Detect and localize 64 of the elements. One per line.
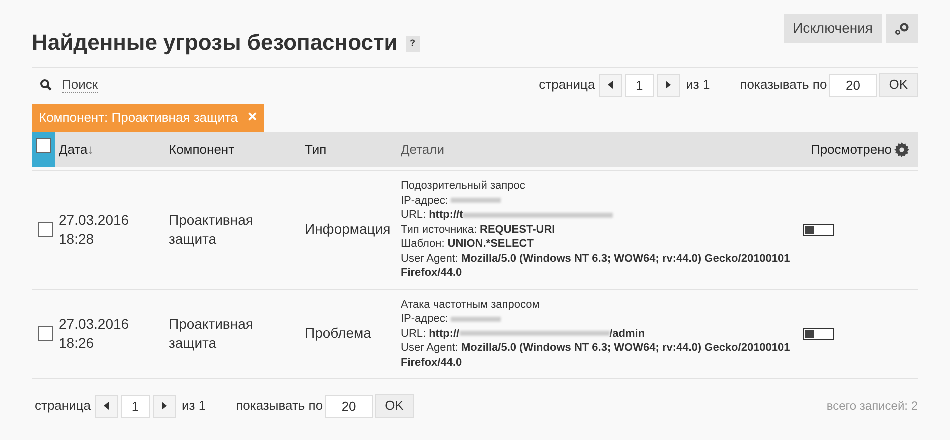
per-page-label: показывать по	[740, 76, 828, 94]
component-cell-text: Проактивная защита	[169, 314, 254, 353]
per-page-label: показывать по	[236, 397, 324, 416]
total-count: всего записей: 2	[826, 398, 918, 415]
page-field[interactable]: 1	[121, 394, 150, 418]
page-title: Найденные угрозы безопасности	[32, 29, 398, 57]
date-cell-text: 27.03.2016	[59, 314, 130, 334]
detail-line: Тип источника: REQUEST-URI	[401, 222, 556, 237]
search-icon	[40, 79, 52, 91]
prev-page-button[interactable]	[95, 394, 118, 418]
column-header: Детали	[401, 140, 446, 159]
checkbox[interactable]	[38, 326, 52, 342]
redaction-mark	[451, 316, 502, 322]
help-button[interactable]: ?	[406, 36, 420, 52]
checkbox[interactable]	[36, 138, 51, 153]
date-cell-text: 27.03.2016	[59, 210, 130, 230]
page-label: страница	[539, 76, 596, 94]
search-link[interactable]: Поиск	[62, 77, 98, 93]
time-cell-text: 18:26	[59, 334, 96, 353]
page-label: страница	[35, 397, 92, 416]
detail-title: Подозрительный запрос	[401, 179, 526, 194]
per-page-field[interactable]: 20	[325, 394, 374, 418]
redaction-mark	[451, 198, 502, 204]
next-page-button[interactable]	[657, 74, 680, 96]
detail-line: User Agent: Mozilla/5.0 (Windows NT 6.3; WOW64; rv:44.0) Gecko/20100101 Firefox/44.0	[401, 341, 792, 370]
settings-icon[interactable]	[894, 142, 910, 158]
column-header[interactable]: Дата	[59, 140, 88, 160]
left-triangle-icon	[104, 402, 110, 410]
detail-label: IP-адрес:	[401, 313, 448, 325]
detail-value: http://t	[429, 209, 464, 221]
checkbox[interactable]	[38, 222, 52, 238]
filter-label: Компонент: Проактивная защита	[39, 109, 238, 128]
settings-icon	[895, 22, 909, 34]
page-count: из 1	[686, 76, 710, 94]
viewed-toggle[interactable]	[803, 328, 834, 340]
detail-value: http://	[429, 328, 460, 340]
page-count: из 1	[182, 397, 206, 416]
ok-button[interactable]: OK	[879, 73, 918, 97]
detail-label: URL:	[401, 328, 426, 340]
ok-button[interactable]: OK	[375, 394, 414, 418]
detail-label: IP-адрес:	[401, 194, 448, 206]
viewed-toggle[interactable]	[803, 224, 834, 236]
type-cell-text: Проблема	[305, 324, 372, 344]
type-cell-text: Информация	[305, 220, 392, 240]
time-cell-text: 18:28	[59, 230, 96, 249]
right-triangle-icon	[666, 81, 672, 89]
per-page-field[interactable]: 20	[829, 74, 878, 96]
exceptions-button[interactable]: Исключения	[784, 14, 882, 43]
detail-value: /admin	[610, 328, 646, 340]
detail-line: User Agent: Mozilla/5.0 (Windows NT 6.3; WOW64; rv:44.0) Gecko/20100101 Firefox/44.0	[401, 252, 792, 280]
prev-page-button[interactable]	[599, 74, 622, 96]
column-header: Компонент	[169, 140, 236, 159]
page-field[interactable]: 1	[625, 74, 654, 96]
sort-arrow: ↓	[88, 140, 94, 159]
detail-title: Атака частотным запросом	[401, 298, 541, 312]
next-page-button[interactable]	[153, 394, 176, 418]
column-header: Тип	[305, 140, 328, 159]
detail-line: Шаблон: UNION.*SELECT	[401, 237, 535, 252]
right-triangle-icon	[162, 402, 168, 410]
column-header: Просмотрено	[810, 140, 892, 159]
settings-button[interactable]	[886, 14, 918, 43]
left-triangle-icon	[608, 81, 614, 89]
detail-label: URL:	[401, 209, 426, 221]
component-cell-text: Проактивная защита	[169, 210, 254, 249]
